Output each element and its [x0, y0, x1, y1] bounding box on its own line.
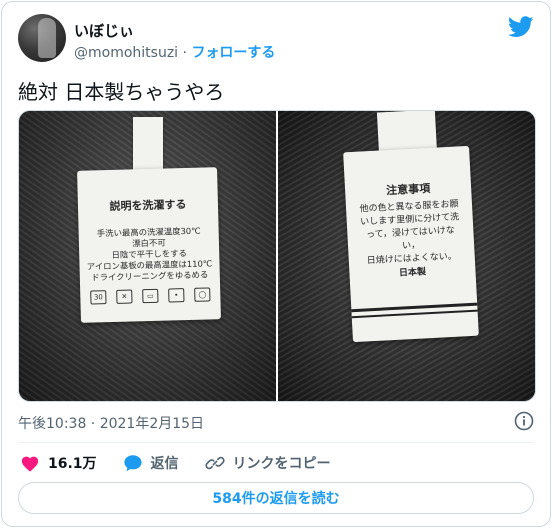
tweet-text: 絶対 日本製ちゃうやろ	[18, 80, 225, 104]
author-name[interactable]: いぼじぃ	[74, 20, 134, 41]
like-count: 16.1万	[48, 456, 97, 472]
care-label-text: 手洗い最高の洗濯温度30℃ 漂白不可 日陰で平干しをする アイロン基板の最高温度…	[85, 225, 214, 283]
wash-30-icon: 30	[90, 290, 107, 305]
handle-separator: ·	[182, 45, 187, 61]
read-replies-button[interactable]: 584件の返信を読む	[18, 482, 534, 514]
follow-button[interactable]: フォローする	[191, 45, 275, 61]
notice-label-title: 注意事項	[385, 181, 431, 198]
no-bleach-icon: ✕	[116, 289, 133, 304]
copy-link-label: リンクをコピー	[232, 456, 331, 472]
care-line: ドライクリーニングをゆるめる	[91, 269, 209, 283]
avatar[interactable]	[18, 14, 66, 62]
tweet-header: いぼじぃ @momohitsuzi · フォローする	[18, 14, 534, 66]
tag-loop	[133, 117, 163, 173]
tweet-card: いぼじぃ @momohitsuzi · フォローする 絶対 日本製ちゃうやろ 説…	[1, 1, 551, 527]
care-label-tag: 説明を洗濯する 手洗い最高の洗濯温度30℃ 漂白不可 日陰で平干しをする アイロ…	[77, 167, 221, 323]
flat-dry-icon: ▭	[142, 288, 159, 304]
author-handle[interactable]: @momohitsuzi	[74, 45, 178, 61]
notice-label-text: 他の色と異なる服をお願 いします里側に分けて洗 って，浸けてはいけない， 日焼け…	[356, 198, 465, 268]
author-handle-row: @momohitsuzi · フォローする	[74, 42, 275, 62]
media-photo-left[interactable]: 説明を洗濯する 手洗い最高の洗濯温度30℃ 漂白不可 日陰で平干しをする アイロ…	[19, 111, 276, 401]
link-icon	[204, 456, 225, 470]
heart-icon	[21, 456, 39, 472]
tweet-media[interactable]: 説明を洗濯する 手洗い最高の洗濯温度30℃ 漂白不可 日陰で平干しをする アイロ…	[18, 110, 536, 402]
care-label-title: 説明を洗濯する	[109, 198, 187, 214]
notice-label-tag: 注意事項 他の色と異なる服をお願 いします里側に分けて洗 って，浸けてはいけない…	[343, 145, 479, 343]
reply-bubble-icon	[123, 455, 142, 472]
copy-link-button[interactable]: リンクをコピー	[204, 453, 331, 473]
reply-button[interactable]: 返信	[123, 453, 179, 473]
info-icon[interactable]	[514, 411, 534, 431]
iron-icon: •	[168, 288, 185, 303]
media-photo-right[interactable]: 注意事項 他の色と異なる服をお願 いします里側に分けて洗 って，浸けてはいけない…	[278, 111, 535, 401]
twitter-bird-icon[interactable]	[508, 16, 534, 38]
reply-label: 返信	[150, 456, 179, 472]
tweet-timestamp[interactable]: 午後10:38 · 2021年2月15日	[18, 413, 204, 433]
divider	[18, 442, 534, 443]
like-button[interactable]: 16.1万	[20, 453, 97, 473]
dry-clean-icon: ◯	[194, 287, 211, 302]
care-icons: 30 ✕ ▭ • ◯	[90, 287, 211, 305]
tweet-actions: 16.1万 返信 リンクをコピー	[20, 452, 534, 474]
read-replies-label: 584件の返信を読む	[212, 491, 340, 507]
